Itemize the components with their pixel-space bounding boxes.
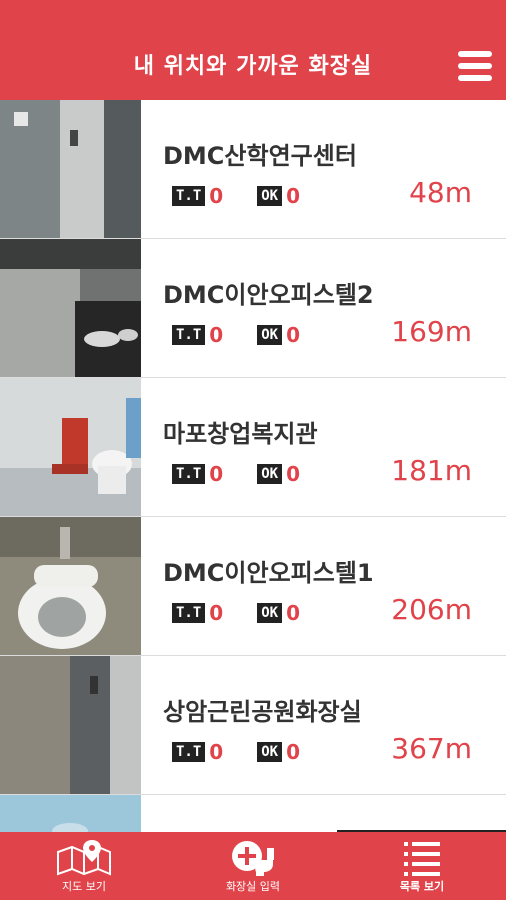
- tt-count: 0: [209, 462, 224, 486]
- toilet-photo: [0, 517, 141, 655]
- ok-count: 0: [286, 184, 300, 208]
- toilet-photo: [0, 378, 141, 516]
- tt-badge: T.T: [172, 742, 206, 762]
- ok-badge: OK: [257, 742, 283, 762]
- ok-count: 0: [286, 601, 300, 625]
- tt-count: 0: [209, 323, 224, 347]
- toilet-name: 상암근린공원화장실: [163, 698, 362, 726]
- distance: 169m: [391, 315, 472, 348]
- distance: 48m: [409, 176, 472, 209]
- tt-badge: T.T: [172, 603, 206, 623]
- hamburger-menu-icon[interactable]: [458, 50, 492, 82]
- list-icon: [404, 842, 440, 876]
- rating-row: T.T 0 OK 0: [172, 323, 334, 347]
- distance: 181m: [391, 454, 472, 487]
- rating-row: T.T 0 OK 0: [172, 462, 334, 486]
- rating-row: T.T 0 OK 0: [172, 601, 334, 625]
- map-icon: [57, 840, 111, 876]
- toilet-photo: [0, 795, 141, 832]
- toilet-photo: [0, 239, 141, 377]
- tab-label: 지도 보기: [62, 880, 106, 893]
- rating-row: T.T 0 OK 0: [172, 740, 334, 764]
- tt-count: 0: [209, 184, 224, 208]
- rating-row: T.T 0 OK 0: [172, 184, 334, 208]
- ok-count: 0: [286, 323, 300, 347]
- tt-badge: T.T: [172, 464, 206, 484]
- distance: 206m: [391, 593, 472, 626]
- ok-badge: OK: [257, 325, 283, 345]
- list-item[interactable]: DMC산학연구센터 T.T 0 OK 0 48m: [0, 100, 506, 239]
- distance: 367m: [391, 732, 472, 765]
- tab-add-toilet[interactable]: 화장실 입력: [169, 832, 337, 900]
- tab-map[interactable]: 지도 보기: [0, 832, 168, 900]
- toilet-name: DMC산학연구센터: [163, 142, 357, 170]
- toilet-name: DMC이안오피스텔1: [163, 559, 374, 587]
- ok-badge: OK: [257, 603, 283, 623]
- ok-badge: OK: [257, 186, 283, 206]
- ok-count: 0: [286, 462, 300, 486]
- toilet-photo: [0, 656, 141, 794]
- page-title: 내 위치와 가까운 화장실: [133, 54, 373, 79]
- list-item[interactable]: DMC이안오피스텔1 T.T 0 OK 0 206m: [0, 517, 506, 656]
- app-header: 내 위치와 가까운 화장실: [0, 0, 506, 100]
- tt-count: 0: [209, 601, 224, 625]
- bottom-tab-bar: 지도 보기 화장실 입력 목록 보기: [0, 832, 506, 900]
- list-item[interactable]: 마포창업복지관 T.T 0 OK 0 181m: [0, 378, 506, 517]
- tt-count: 0: [209, 740, 224, 764]
- list-item[interactable]: 상암근린공원화장실 T.T 0 OK 0 367m: [0, 656, 506, 795]
- toilet-list: DMC산학연구센터 T.T 0 OK 0 48m DMC이안오피스텔2 T.T …: [0, 100, 506, 832]
- list-item[interactable]: DMC이안오피스텔2 T.T 0 OK 0 169m: [0, 239, 506, 378]
- tab-label: 목록 보기: [399, 880, 445, 893]
- toilet-name: DMC이안오피스텔2: [163, 281, 374, 309]
- tab-label: 화장실 입력: [225, 880, 281, 893]
- add-toilet-icon: [232, 841, 274, 876]
- ok-badge: OK: [257, 464, 283, 484]
- tab-list[interactable]: 목록 보기: [338, 832, 506, 900]
- toilet-name: 마포창업복지관: [163, 420, 318, 448]
- list-item[interactable]: [0, 795, 506, 832]
- tt-badge: T.T: [172, 325, 206, 345]
- ok-count: 0: [286, 740, 300, 764]
- toilet-photo: [0, 100, 141, 238]
- tt-badge: T.T: [172, 186, 206, 206]
